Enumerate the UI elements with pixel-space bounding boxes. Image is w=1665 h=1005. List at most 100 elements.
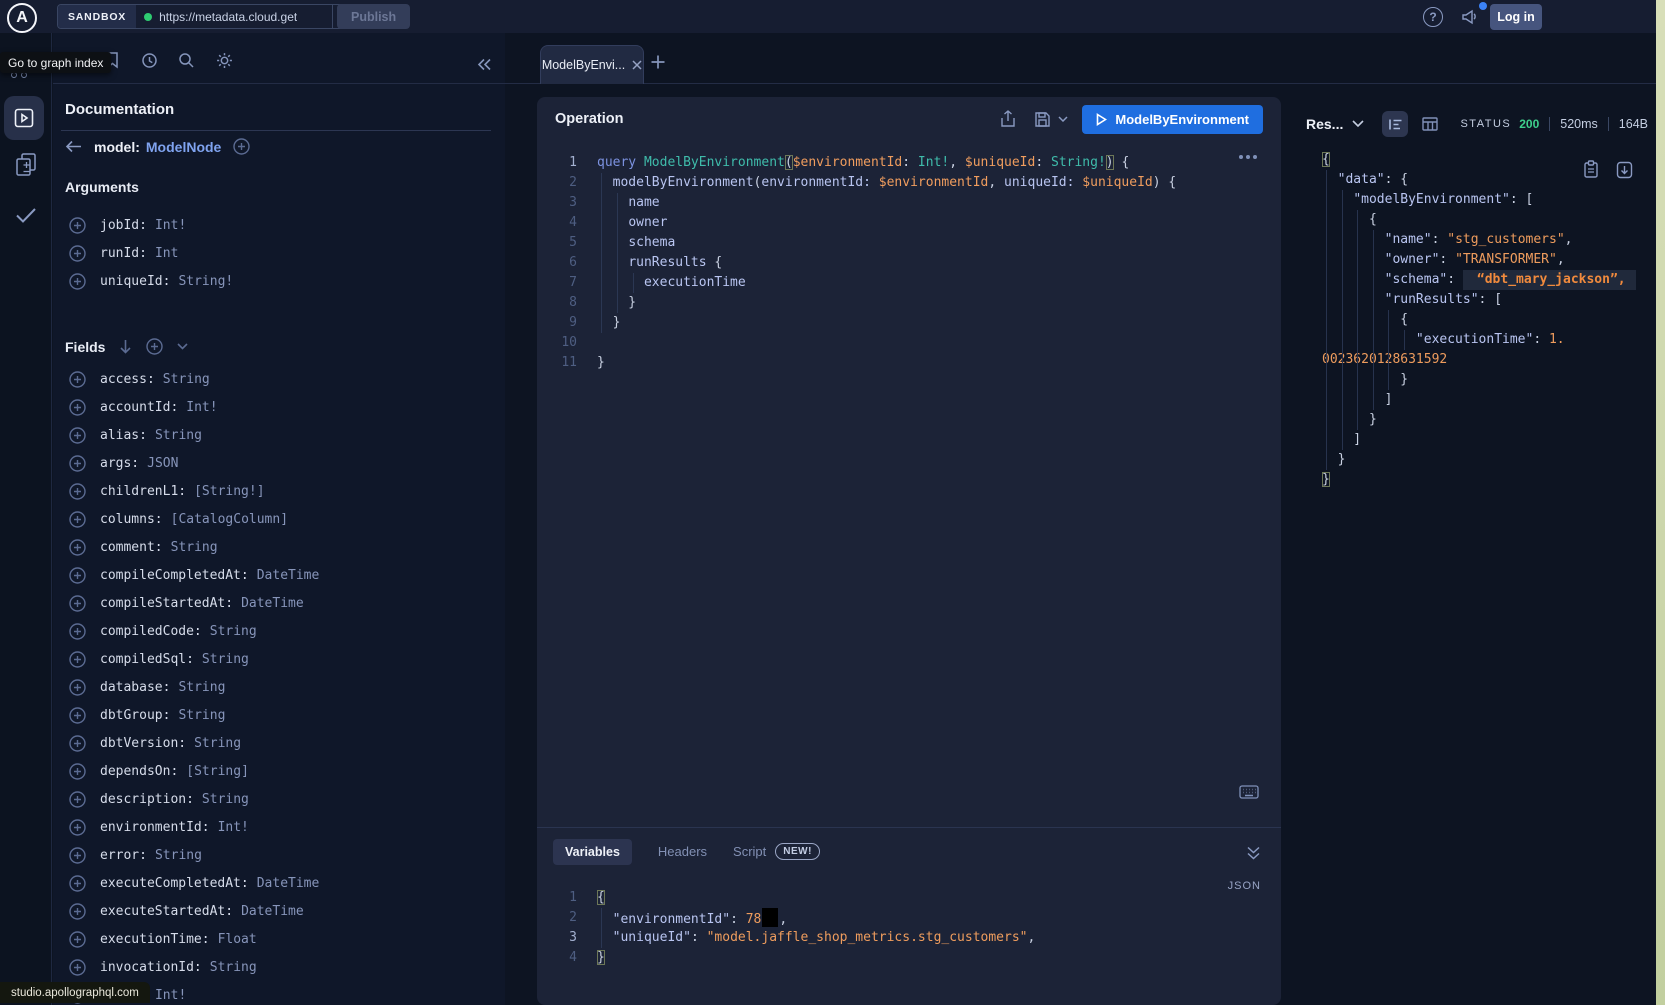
field-type[interactable]: String <box>210 624 257 639</box>
tab-script[interactable]: Script <box>733 838 766 865</box>
share-operation-button[interactable] <box>1000 110 1016 128</box>
add-field-button[interactable] <box>69 903 86 920</box>
help-button[interactable]: ? <box>1423 7 1443 27</box>
add-field-button[interactable] <box>69 539 86 556</box>
field-type[interactable]: String <box>202 792 249 807</box>
field-type[interactable]: DateTime <box>241 596 304 611</box>
add-field-button[interactable] <box>69 959 86 976</box>
field-type[interactable]: DateTime <box>257 568 320 583</box>
double-chevron-down-icon <box>1246 846 1261 860</box>
apollo-logo-icon[interactable]: A <box>7 3 37 33</box>
add-field-button[interactable] <box>69 679 86 696</box>
new-tab-button[interactable] <box>650 54 670 74</box>
plus-circle-icon <box>69 539 86 556</box>
tab-model-by-environment[interactable]: ModelByEnvi... <box>540 45 644 84</box>
operation-more-options-button[interactable] <box>1239 155 1257 159</box>
add-type-button[interactable] <box>233 138 250 155</box>
add-field-button[interactable] <box>69 567 86 584</box>
add-field-button[interactable] <box>69 399 86 416</box>
explorer-settings-button[interactable] <box>214 50 234 70</box>
sort-fields-button[interactable] <box>119 339 132 354</box>
add-argument-button[interactable] <box>69 217 86 234</box>
keyboard-shortcuts-button[interactable] <box>1239 785 1259 799</box>
add-field-button[interactable] <box>69 707 86 724</box>
add-field-button[interactable] <box>69 735 86 752</box>
plus-circle-icon <box>69 763 86 780</box>
add-field-button[interactable] <box>69 511 86 528</box>
save-operation-button[interactable] <box>1034 111 1051 128</box>
add-argument-button[interactable] <box>69 273 86 290</box>
field-type[interactable]: String <box>163 372 210 387</box>
tab-headers[interactable]: Headers <box>658 838 707 865</box>
field-type[interactable]: Int! <box>155 988 186 1003</box>
tab-label: ModelByEnvi... <box>542 58 625 72</box>
add-field-button[interactable] <box>69 427 86 444</box>
operation-editor[interactable]: 1query ModelByEnvironment($environmentId… <box>537 153 1281 373</box>
collapse-variables-button[interactable] <box>1246 846 1261 860</box>
collapse-sidebar-button[interactable] <box>474 54 494 74</box>
add-field-button[interactable] <box>69 819 86 836</box>
divider <box>53 83 1665 84</box>
variables-editor[interactable]: 1{2 "environmentId": 78,3 "uniqueId": "m… <box>537 888 1281 968</box>
argument-type[interactable]: String! <box>178 274 233 289</box>
add-field-button[interactable] <box>69 483 86 500</box>
field-type[interactable]: String <box>171 540 218 555</box>
response-title[interactable]: Res... <box>1306 116 1343 132</box>
run-operation-button[interactable]: ModelByEnvironment <box>1082 105 1263 134</box>
field-type[interactable]: [CatalogColumn] <box>171 512 288 527</box>
keyboard-icon <box>1239 785 1259 799</box>
divider <box>61 130 491 131</box>
rail-item-checks[interactable] <box>12 203 40 227</box>
add-field-button[interactable] <box>69 651 86 668</box>
argument-type[interactable]: Int! <box>155 218 186 233</box>
rail-item-explorer[interactable] <box>4 96 44 140</box>
history-button[interactable] <box>139 50 159 70</box>
add-field-button[interactable] <box>69 595 86 612</box>
field-type[interactable]: [String!] <box>194 484 264 499</box>
field-type[interactable]: String <box>202 652 249 667</box>
field-type[interactable]: String <box>155 428 202 443</box>
field-type[interactable]: Float <box>218 932 257 947</box>
add-field-button[interactable] <box>69 763 86 780</box>
type-name-link[interactable]: ModelNode <box>146 139 221 155</box>
argument-type[interactable]: Int <box>155 246 178 261</box>
tooltip-go-to-graph-index: Go to graph index <box>0 52 111 73</box>
field-type[interactable]: String <box>178 708 225 723</box>
add-field-button[interactable] <box>69 847 86 864</box>
response-dropdown-button[interactable] <box>1352 120 1364 128</box>
response-body[interactable]: { "data": { "modelByEnvironment": [ { "n… <box>1322 150 1652 490</box>
endpoint-url[interactable]: https://metadata.cloud.get <box>159 10 297 24</box>
field-type[interactable]: String <box>194 736 241 751</box>
add-field-button[interactable] <box>69 791 86 808</box>
field-type[interactable]: [String] <box>186 764 249 779</box>
login-button[interactable]: Log in <box>1490 4 1542 30</box>
field-type[interactable]: DateTime <box>241 904 304 919</box>
add-all-fields-button[interactable] <box>146 338 163 355</box>
add-field-button[interactable] <box>69 875 86 892</box>
add-field-button[interactable] <box>69 371 86 388</box>
field-type[interactable]: String <box>210 960 257 975</box>
field-type[interactable]: Int! <box>218 820 249 835</box>
table-view-toggle[interactable] <box>1422 117 1438 131</box>
tree-view-toggle[interactable] <box>1382 111 1408 137</box>
fields-options-button[interactable] <box>177 343 188 350</box>
arrow-left-icon <box>65 140 82 153</box>
close-tab-button[interactable] <box>632 60 642 70</box>
field-type[interactable]: String <box>178 680 225 695</box>
field-type[interactable]: Int! <box>186 400 217 415</box>
field-type[interactable]: DateTime <box>257 876 320 891</box>
add-field-button[interactable] <box>69 623 86 640</box>
add-field-button[interactable] <box>69 931 86 948</box>
publish-button[interactable]: Publish <box>337 4 410 29</box>
back-button[interactable] <box>65 140 82 153</box>
search-button[interactable] <box>176 50 196 70</box>
save-options-button[interactable] <box>1058 116 1068 122</box>
field-type[interactable]: String <box>155 848 202 863</box>
endpoint-url-field[interactable]: https://metadata.cloud.get <box>136 5 332 28</box>
add-field-button[interactable] <box>69 455 86 472</box>
rail-item-schema[interactable] <box>12 151 40 179</box>
tab-variables[interactable]: Variables <box>553 839 632 865</box>
add-argument-button[interactable] <box>69 245 86 262</box>
plus-circle-icon <box>69 623 86 640</box>
field-type[interactable]: JSON <box>147 456 178 471</box>
